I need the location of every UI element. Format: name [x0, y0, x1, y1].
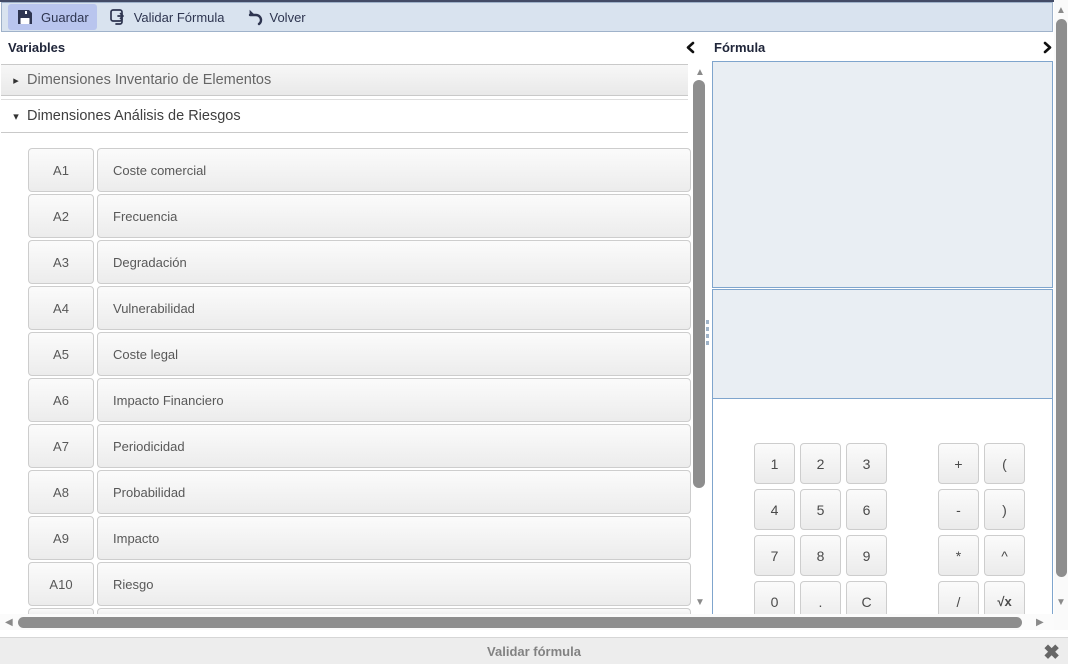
variable-code[interactable]: A3 [28, 240, 94, 284]
variable-name[interactable]: Coste comercial [97, 148, 691, 192]
variable-code[interactable]: A5 [28, 332, 94, 376]
scroll-down-icon[interactable]: ▼ [1056, 598, 1066, 608]
save-icon [16, 8, 34, 26]
back-button[interactable]: Volver [237, 4, 314, 30]
keypad-power-button[interactable]: ^ [984, 535, 1025, 576]
keypad-digit-8[interactable]: 8 [800, 535, 841, 576]
keypad-digit-1[interactable]: 1 [754, 443, 795, 484]
horizontal-scrollbar[interactable]: ◀ ▶ [0, 614, 1054, 630]
validate-formula-label: Validar Fórmula [134, 10, 225, 25]
keypad-close-paren-button[interactable]: ) [984, 489, 1025, 530]
variables-scrollbar-thumb[interactable] [693, 80, 705, 488]
section-collapsed-icon: ▸ [9, 74, 23, 87]
splitter-grip-dot [706, 320, 709, 324]
splitter-grip-dot [706, 341, 709, 345]
collapse-variables-icon[interactable] [684, 41, 696, 59]
variable-name[interactable]: Vulnerabilidad [97, 286, 691, 330]
keypad-digit-9[interactable]: 9 [846, 535, 887, 576]
section-expanded-icon: ▾ [9, 110, 23, 123]
splitter-grip-dot [706, 334, 709, 338]
save-button[interactable]: Guardar [8, 4, 97, 30]
back-button-label: Volver [270, 10, 306, 25]
save-button-label: Guardar [41, 10, 89, 25]
variable-name[interactable]: Riesgo [97, 562, 691, 606]
variable-name[interactable]: Coste legal [97, 332, 691, 376]
formula-expression-area[interactable] [712, 61, 1053, 288]
formula-preview-area[interactable] [712, 289, 1053, 399]
scroll-down-icon[interactable]: ▼ [695, 598, 705, 608]
keypad-open-paren-button[interactable]: ( [984, 443, 1025, 484]
variable-code[interactable]: A6 [28, 378, 94, 422]
variable-code[interactable]: A2 [28, 194, 94, 238]
scroll-right-icon[interactable]: ▶ [1036, 618, 1044, 628]
collapse-formula-icon[interactable] [1042, 41, 1054, 59]
section-dimensiones-analisis[interactable]: ▾ Dimensiones Análisis de Riesgos [1, 99, 688, 133]
variable-code[interactable]: A8 [28, 470, 94, 514]
keypad-digit-5[interactable]: 5 [800, 489, 841, 530]
vertical-scrollbar[interactable]: ▲ ▼ [1054, 0, 1068, 630]
variable-name[interactable]: Impacto Financiero [97, 378, 691, 422]
close-icon[interactable]: ✖ [1043, 640, 1060, 664]
variable-code[interactable]: A9 [28, 516, 94, 560]
horizontal-scrollbar-thumb[interactable] [18, 617, 1022, 628]
keypad-digit-4[interactable]: 4 [754, 489, 795, 530]
variable-name[interactable]: Frecuencia [97, 194, 691, 238]
section-dimensiones-inventario[interactable]: ▸ Dimensiones Inventario de Elementos [1, 64, 688, 96]
keypad-digit-7[interactable]: 7 [754, 535, 795, 576]
formula-editor-window: Guardar Validar Fórmula Volver Variables… [0, 0, 1068, 664]
variable-code[interactable]: A4 [28, 286, 94, 330]
section-label: Dimensiones Análisis de Riesgos [27, 108, 241, 124]
scroll-up-icon[interactable]: ▲ [695, 68, 705, 78]
variable-name[interactable]: Impacto [97, 516, 691, 560]
keypad-digit-6[interactable]: 6 [846, 489, 887, 530]
keypad-digit-3[interactable]: 3 [846, 443, 887, 484]
keypad-plus-button[interactable]: + [938, 443, 979, 484]
keypad-minus-button[interactable]: - [938, 489, 979, 530]
section-label: Dimensiones Inventario de Elementos [27, 72, 271, 88]
keypad-multiply-button[interactable]: * [938, 535, 979, 576]
variable-code[interactable]: A1 [28, 148, 94, 192]
variable-name[interactable]: Degradación [97, 240, 691, 284]
vertical-scrollbar-thumb[interactable] [1056, 19, 1067, 577]
variable-code[interactable]: A7 [28, 424, 94, 468]
validate-formula-button[interactable]: Validar Fórmula [101, 4, 233, 30]
formula-panel-title: Fórmula [714, 40, 765, 55]
undo-arrow-icon [245, 8, 263, 26]
variable-name[interactable]: Periodicidad [97, 424, 691, 468]
variables-panel-title: Variables [8, 40, 65, 55]
footer-validate-label: Validar fórmula [0, 644, 1068, 659]
scroll-up-icon[interactable]: ▲ [1056, 6, 1066, 16]
footer-bar: Validar fórmula ✖ [0, 637, 1068, 664]
toolbar: Guardar Validar Fórmula Volver [1, 2, 1053, 32]
scroll-left-icon[interactable]: ◀ [5, 618, 13, 628]
variable-name[interactable]: Probabilidad [97, 470, 691, 514]
validate-formula-icon [109, 8, 127, 26]
variable-code[interactable]: A10 [28, 562, 94, 606]
splitter-grip-dot [706, 327, 709, 331]
keypad-digit-2[interactable]: 2 [800, 443, 841, 484]
